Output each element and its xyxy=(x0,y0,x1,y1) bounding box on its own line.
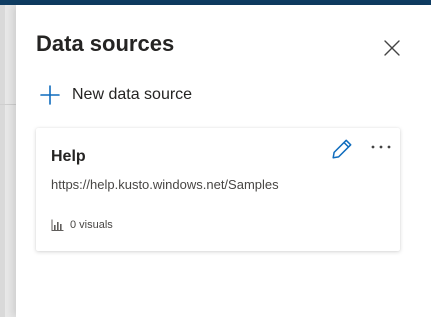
close-button[interactable] xyxy=(382,38,402,58)
bar-chart-icon xyxy=(51,219,64,231)
close-icon xyxy=(384,40,400,56)
background-scrollbar xyxy=(0,5,5,317)
pencil-icon xyxy=(332,139,352,159)
data-source-name: Help xyxy=(51,148,86,165)
more-options-button[interactable] xyxy=(369,140,393,154)
app-root: Data sources New data source Help https:… xyxy=(0,0,431,317)
more-icon xyxy=(371,145,391,149)
background-divider xyxy=(0,104,16,105)
data-sources-panel: Data sources New data source Help https:… xyxy=(16,5,431,317)
panel-title: Data sources xyxy=(36,31,175,56)
data-source-url: https://help.kusto.windows.net/Samples xyxy=(51,177,279,192)
data-source-card[interactable]: Help https://help.kusto.windows.net/Samp… xyxy=(36,128,400,251)
visuals-count-label: 0 visuals xyxy=(70,219,113,231)
new-data-source-button[interactable]: New data source xyxy=(40,83,192,107)
plus-icon xyxy=(40,85,60,105)
new-data-source-label: New data source xyxy=(72,86,193,103)
edit-data-source-button[interactable] xyxy=(330,137,354,161)
visuals-count: 0 visuals xyxy=(51,219,113,231)
